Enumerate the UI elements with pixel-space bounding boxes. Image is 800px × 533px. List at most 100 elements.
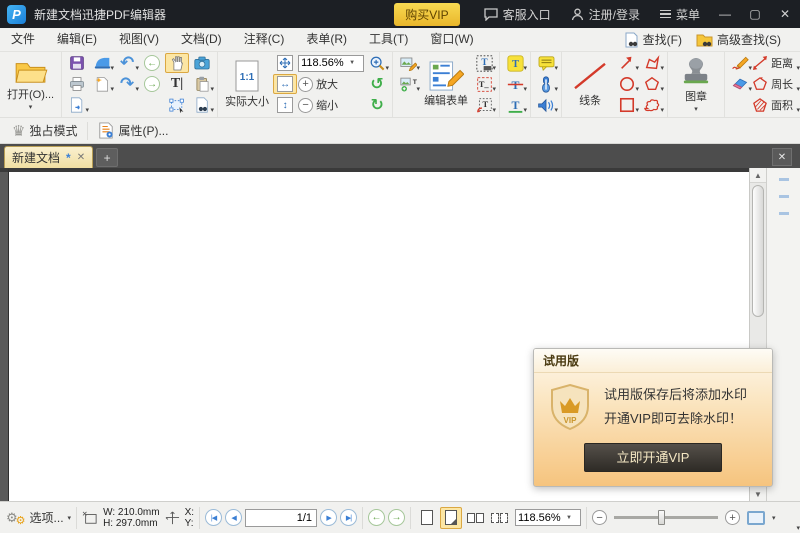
page-number-input[interactable] [245,508,318,527]
zoom-out-button[interactable]: − 缩小 [298,95,364,115]
rotate-right-button[interactable]: ↻ [365,95,389,115]
maximize-button[interactable]: ▢ [740,0,770,28]
tab-close-icon[interactable]: ✕ [77,152,85,163]
undo-button[interactable]: ↶ ▾ [115,53,139,73]
scrollbar-thumb[interactable] [752,185,764,317]
app-menu-button[interactable]: 菜单 [650,0,710,28]
edit-image-button[interactable]: ▾ [396,53,420,73]
edit-form-button[interactable]: 编辑表单 [420,53,472,116]
first-page-button[interactable]: |◀ [205,509,223,526]
snapshot-button[interactable] [190,53,214,73]
zoom-input[interactable] [301,57,350,69]
measure-distance-button[interactable]: 距离 ▾ [752,53,800,73]
paste-button[interactable]: ▾ [190,74,214,94]
zoom-slider-thumb[interactable] [658,510,666,525]
cloud-tool-button[interactable]: ▾ [640,95,664,115]
next-view-button[interactable]: → [140,74,164,94]
eraser-tool-button[interactable]: ▾ [728,74,752,94]
attach-file-button[interactable]: ▾ [534,74,558,94]
open-button[interactable]: 打开(O)... ▾ [3,53,58,116]
add-content-button[interactable]: T ▾ [396,74,420,94]
find-tool-button[interactable]: ▾ [190,95,214,115]
facing-view-button[interactable] [464,507,486,529]
fit-view-caret-icon[interactable]: ▾ [772,514,776,522]
strikeout-text-button[interactable]: T ▾ [503,74,527,94]
zoom-combo[interactable]: ▼ [298,53,365,73]
marquee-zoom-button[interactable]: ▾ [365,53,389,73]
next-page-button[interactable]: ▶ [320,509,338,526]
select-object-tool-button[interactable] [165,95,189,115]
menu-edit[interactable]: 编辑(E) [46,28,108,51]
tab-new-document[interactable]: 新建文档 * ✕ [4,146,94,168]
close-button[interactable]: ✕ [770,0,800,28]
previous-view-button[interactable]: ← [140,53,164,73]
scroll-up-icon[interactable]: ▲ [750,168,766,183]
save-button[interactable] [65,53,89,73]
support-button[interactable]: 客服入口 [474,0,561,28]
slider-zoom-in-icon[interactable]: + [725,510,741,525]
minimize-button[interactable]: — [710,0,740,28]
underline-text-button[interactable]: T ▾ [503,95,527,115]
export-button[interactable]: ▾ [65,95,89,115]
new-document-button[interactable]: ▾ [90,74,114,94]
scroll-down-icon[interactable]: ▼ [750,486,766,501]
activate-vip-button[interactable]: 立即开通VIP [584,443,722,472]
print-button[interactable] [65,74,89,94]
buy-vip-button[interactable]: 购买VIP [394,2,460,26]
fit-height-button[interactable]: ↕ [273,95,297,115]
edit-text-button[interactable]: T ▾ [472,53,496,73]
rotate-left-button[interactable]: ↺ [365,74,389,94]
measure-area-button[interactable]: 面积 ▾ [752,95,800,115]
reading-mode-button[interactable]: ▾ [90,53,114,73]
last-page-button[interactable]: ▶| [340,509,358,526]
menu-tools[interactable]: 工具(T) [358,28,419,51]
login-button[interactable]: 注册/登录 [561,0,650,28]
status-zoom-combo[interactable]: ▼ [515,509,582,526]
previous-page-button[interactable]: ◀ [225,509,243,526]
fit-page-button[interactable] [273,53,297,73]
advanced-find-button[interactable]: 高级查找(S) [691,30,786,49]
properties-button[interactable]: 属性(P)... [92,120,174,141]
measure-perimeter-button[interactable]: 周长 ▾ [752,74,800,94]
pencil-tool-button[interactable]: ▾ [728,53,752,73]
facing-continuous-view-button[interactable] [488,507,510,529]
sticky-note-button[interactable]: ▾ [534,53,558,73]
menu-form[interactable]: 表单(R) [295,28,358,51]
slider-zoom-out-icon[interactable]: − [592,510,608,525]
options-button[interactable]: ⚙ ⚙ 选项... ▾ [6,508,71,528]
highlight-text-button[interactable]: T ▾ [503,53,527,73]
fit-view-button[interactable] [747,510,766,525]
polyline-tool-button[interactable]: ▾ [640,53,664,73]
previous-view-nav-button[interactable]: ← [368,509,386,526]
menu-window[interactable]: 窗口(W) [419,28,484,51]
properties-icon [98,122,114,139]
zoom-slider[interactable] [614,510,719,525]
select-text-tool-button[interactable]: T| [165,74,189,94]
circle-tool-button[interactable]: ▾ [615,74,639,94]
menu-file[interactable]: 文件 [0,28,46,51]
single-page-view-button[interactable] [416,507,438,529]
add-sound-button[interactable]: ▾ [534,95,558,115]
arrow-tool-button[interactable]: ▾ [615,53,639,73]
actual-size-button[interactable]: 1:1 实际大小 [221,53,273,116]
menu-view[interactable]: 视图(V) [108,28,170,51]
status-zoom-input[interactable] [518,511,567,524]
text-box-button[interactable]: T_ ▾ [472,74,496,94]
continuous-view-button[interactable] [440,506,463,529]
stamp-button[interactable]: 图章 ▾ [671,53,721,116]
menu-comment[interactable]: 注释(C) [233,28,296,51]
line-tool-button[interactable]: 线条 ▾ [565,53,800,532]
close-document-button[interactable]: ✕ [772,148,792,166]
new-tab-button[interactable]: + [96,148,119,167]
rectangle-tool-button[interactable]: ▾ [615,95,639,115]
typewriter-button[interactable]: T ▾ [472,95,496,115]
fit-width-button[interactable]: ↔ [273,74,298,94]
zoom-in-button[interactable]: + 放大 [298,74,364,94]
redo-button[interactable]: ↷ ▾ [115,74,139,94]
hand-tool-button[interactable] [165,53,190,73]
exclusive-mode-button[interactable]: ♛ 独占模式 [6,120,83,142]
menu-document[interactable]: 文档(D) [170,28,233,51]
polygon-tool-button[interactable]: ▾ [640,74,664,94]
find-button[interactable]: 查找(F) [619,30,687,49]
next-view-nav-button[interactable]: → [388,509,406,526]
